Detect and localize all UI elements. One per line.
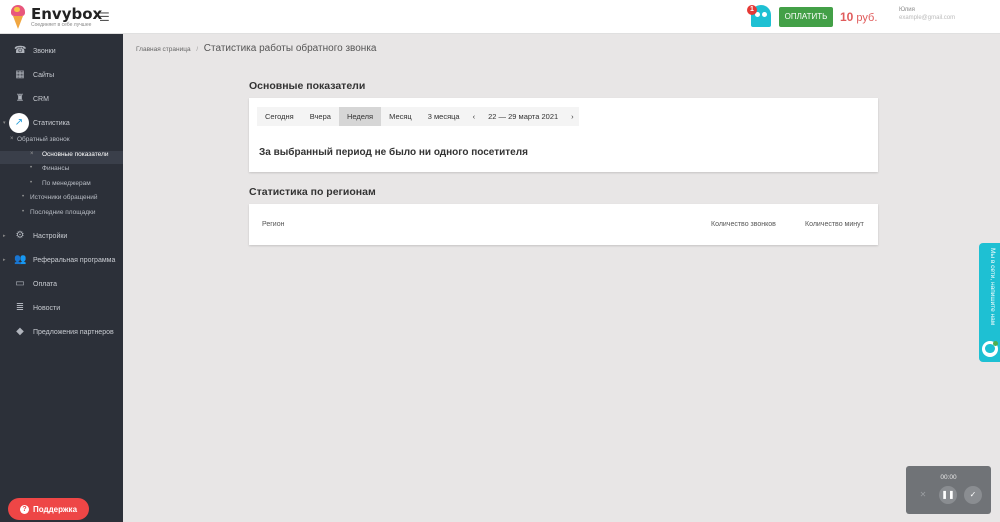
support-label: Поддержка [32,504,78,514]
date-range[interactable]: 22 — 29 марта 2021 [480,107,567,126]
chat-widget-tab[interactable]: Мы в сети, напишите нам [979,243,1000,362]
tab-yesterday[interactable]: Вчера [301,107,339,126]
breadcrumb-separator: / [196,47,199,53]
bullet-icon: • [22,209,25,215]
gear-icon: ⚙ [15,230,25,241]
tab-today[interactable]: Сегодня [257,107,302,126]
help-icon: ? [19,504,29,514]
sidebar-item-label: Предложения партнеров [33,328,114,336]
period-tabs: Сегодня Вчера Неделя Месяц 3 месяца ‹ 22… [257,107,579,126]
support-button[interactable]: ? Поддержка [8,498,89,520]
balance-amount: 10 [840,10,854,24]
sidebar-sub-label: Основные показатели [42,151,109,158]
check-icon[interactable]: ✓ [964,486,982,504]
bullet-icon: × [30,151,34,157]
notification-badge: 1 [747,5,757,15]
sidebar-sub-label: По менеджерам [42,180,91,187]
sidebar-item-label: Сайты [33,71,55,79]
bullet-icon: • [30,165,33,171]
sidebar-item-label: Звонки [33,47,56,55]
sidebar-sub-finance[interactable]: • Финансы [0,165,123,178]
bullet-icon: • [22,194,25,200]
sidebar-item-referral[interactable]: ▸ 👥 Реферальная программа [0,250,123,270]
column-header-minutes[interactable]: Количество минут [805,221,864,228]
sidebar-item-label: Оплата [33,280,58,288]
tab-month[interactable]: Месяц [381,107,420,126]
sidebar: ☎ Звонки ▦ Сайты ♜ CRM ▾ ↗ Статистика × … [0,34,123,522]
chat-widget-text: Мы в сети, напишите нам [989,248,996,326]
recorder-widget: 00:00 ✕ ❚❚ ✓ [906,466,991,514]
sidebar-item-partners[interactable]: ◆ Предложения партнеров [0,322,123,342]
balance-currency: руб. [856,12,878,24]
sidebar-item-label: Статистика [33,119,70,127]
news-icon: ≣ [15,302,25,313]
tab-3-months[interactable]: 3 месяца [419,107,468,126]
sidebar-item-statistics[interactable]: ▾ ↗ Статистика [0,113,123,133]
user-name: Юлия [899,7,915,13]
sidebar-sub-platforms[interactable]: • Последние площадки [0,209,123,222]
sidebar-sub-label: Обратный звонок [17,136,70,143]
sidebar-item-payment[interactable]: ▭ Оплата [0,274,123,294]
page-title: Статистика работы обратного звонка [203,43,377,54]
bullet-icon: • [30,180,33,186]
top-bar: Envybox Соединяет в себе лучшее ☰ 1 ОПЛА… [0,0,1000,34]
breadcrumb: Главная страница / Статистика работы обр… [136,43,376,54]
logo[interactable]: Envybox Соединяет в себе лучшее [8,4,102,30]
phone-icon: ☎ [14,45,27,56]
column-header-calls[interactable]: Количество звонков [711,221,776,228]
date-next-button[interactable]: › [566,107,579,126]
collapse-icon: × [10,136,14,142]
sidebar-sub-sources[interactable]: • Источники обращений [0,194,123,207]
sidebar-item-sites[interactable]: ▦ Сайты [0,65,123,85]
balance: 10 руб. [840,10,877,24]
sidebar-item-label: Настройки [33,232,68,240]
grid-icon: ▦ [15,69,25,80]
recorder-time: 00:00 [940,474,957,481]
tag-icon: ◆ [16,326,24,337]
sidebar-item-crm[interactable]: ♜ CRM [0,89,123,109]
sidebar-sub-managers[interactable]: • По менеджерам [0,180,123,193]
sidebar-item-calls[interactable]: ☎ Звонки [0,41,123,61]
column-header-region[interactable]: Регион [262,221,284,228]
ice-cream-icon [8,4,28,30]
trending-icon: ↗ [9,113,29,133]
sidebar-sub-label: Последние площадки [30,209,96,216]
people-icon: 👥 [14,254,27,265]
sidebar-sub-main-stats[interactable]: × Основные показатели [0,151,123,164]
chevron-right-icon: ▸ [3,233,6,239]
hamburger-icon[interactable]: ☰ [99,10,110,24]
date-prev-button[interactable]: ‹ [467,107,481,126]
sidebar-sub-label: Финансы [42,165,70,172]
crm-icon: ♜ [15,93,25,104]
section-title-main: Основные показатели [249,80,366,92]
sidebar-item-news[interactable]: ≣ Новости [0,298,123,318]
card-icon: ▭ [15,278,25,289]
sidebar-item-settings[interactable]: ▸ ⚙ Настройки [0,226,123,246]
empty-message: За выбранный период не было ни одного по… [259,147,528,158]
tab-week[interactable]: Неделя [338,107,382,126]
logo-name: Envybox [31,5,103,23]
online-indicator [993,341,998,346]
user-email: example@gmail.com [899,15,956,21]
sidebar-sub-label: Источники обращений [30,194,98,201]
regions-card: Регион Количество звонков Количество мин… [249,204,878,245]
sidebar-item-label: Новости [33,304,61,312]
close-icon[interactable]: ✕ [914,486,932,504]
section-title-regions: Статистика по регионам [249,186,376,198]
sidebar-item-label: Реферальная программа [33,256,116,264]
sidebar-item-label: CRM [33,95,49,103]
chevron-down-icon: ▾ [3,120,6,126]
chevron-right-icon: ▸ [3,257,6,263]
pay-button[interactable]: ОПЛАТИТЬ [779,7,833,27]
sidebar-sub-callback[interactable]: × Обратный звонок [0,136,123,149]
user-info[interactable]: Юлия example@gmail.com [899,6,955,22]
main-stats-card: Сегодня Вчера Неделя Месяц 3 месяца ‹ 22… [249,98,878,172]
pause-icon[interactable]: ❚❚ [939,486,957,504]
breadcrumb-home[interactable]: Главная страница [136,46,191,53]
